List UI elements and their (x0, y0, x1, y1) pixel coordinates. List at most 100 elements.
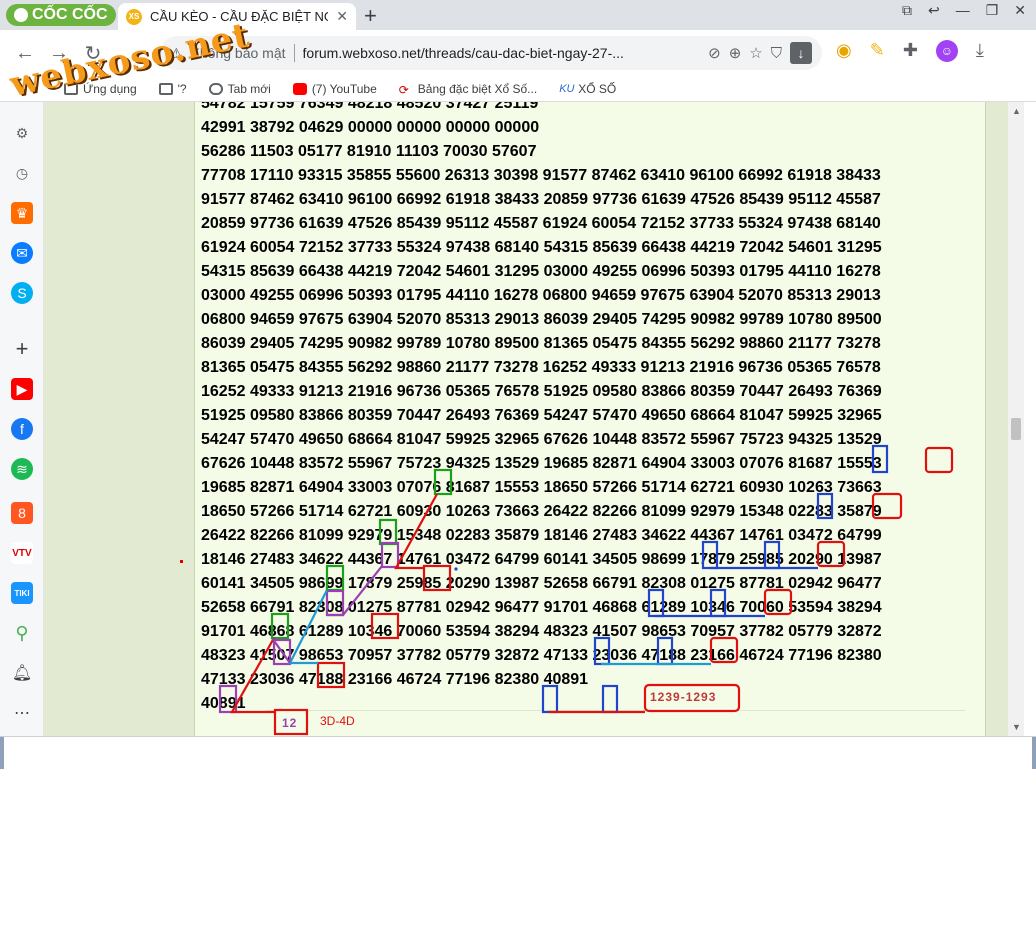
shield-icon[interactable]: ⛉ (771, 45, 782, 62)
vtv-icon[interactable]: VTV (11, 542, 33, 564)
block-popup-icon[interactable]: ⊘ (708, 44, 721, 62)
xoso-icon: ⟳ (398, 82, 409, 97)
window-bottom-edge (0, 736, 1036, 769)
globe-icon (208, 82, 223, 95)
result-row: 47133 23036 47188 23166 46724 77196 8238… (201, 671, 589, 688)
more-icon[interactable]: ⋯ (11, 702, 33, 724)
tab-strip: CỐC CỐC XS CẦU KÈO - CẦU ĐẶC BIỆT NG ✕ +… (0, 0, 1036, 30)
result-row: 86039 29405 74295 90982 99789 10780 8950… (201, 335, 881, 352)
folder-icon (158, 82, 173, 95)
messenger-icon[interactable]: ✉ (11, 242, 33, 264)
page-content: 54782 15759 76349 48218 48520 37427 2511… (44, 102, 1008, 736)
result-row: 77708 17110 93315 35855 55600 26313 3039… (201, 167, 881, 184)
left-edge (0, 737, 4, 769)
result-row: 42991 38792 04629 00000 00000 00000 0000… (201, 119, 540, 136)
result-row: 19685 82871 64904 33003 07076 81687 1555… (201, 479, 882, 496)
scroll-thumb[interactable] (1011, 418, 1021, 440)
crown-icon[interactable]: ♛ (11, 202, 33, 224)
forum-post: 54782 15759 76349 48218 48520 37427 2511… (194, 102, 986, 736)
pair-label: 12 (282, 716, 297, 730)
back-arrow-small-icon[interactable]: ↩ (928, 2, 940, 19)
sequence-label: 1239-1293 (650, 690, 716, 704)
result-row: 54782 15759 76349 48218 48520 37427 2511… (201, 102, 539, 112)
xoso-favicon-icon: XS (126, 8, 142, 25)
result-row: 91701 46868 61289 10346 70060 53594 3829… (201, 623, 882, 640)
result-row: 54315 85639 66438 44219 72042 54601 3129… (201, 263, 881, 280)
bookmark-label: (7) YouTube (311, 81, 377, 96)
caption-3d-4d: 3D-4D (320, 714, 355, 728)
history-icon[interactable]: ◷ (11, 162, 33, 184)
close-window-icon[interactable]: ✕ (1014, 2, 1026, 19)
window-controls: ⧉ ↩ — ❐ ✕ (902, 2, 1026, 19)
facebook-icon[interactable]: f (11, 418, 33, 440)
coccoc-logo-icon (14, 8, 28, 22)
spotify-icon[interactable]: ≋ (11, 458, 33, 480)
download-icon[interactable]: ⤓ (976, 40, 984, 62)
screenshot-icon[interactable]: ⧉ (902, 2, 912, 19)
side-panel: ⚙ ◷ ♛ ✉ S + ▶ f ≋ 8 VTV TIKI ⚲ 🔔︎ ⋯ (0, 102, 44, 736)
download-video-icon[interactable]: ↓ (790, 42, 812, 64)
chrome-icon[interactable]: ◉ (836, 40, 852, 62)
result-row: 48323 41507 98653 70957 37782 05779 3287… (201, 647, 882, 664)
result-row: 91577 87462 63410 96100 66992 61918 3843… (201, 191, 881, 208)
bell-icon[interactable]: 🔔︎ (11, 662, 33, 684)
result-row: 20859 97736 61639 47526 85439 95112 4558… (201, 215, 881, 232)
result-row: 18650 57266 51714 62721 60930 10263 7366… (201, 503, 882, 520)
url-text[interactable]: forum.webxoso.net/threads/cau-dac-biet-n… (303, 45, 701, 61)
result-row: 61924 60054 72152 37733 55324 97438 6814… (201, 239, 882, 256)
result-row: 16252 49333 91213 21916 96736 05365 7657… (201, 383, 882, 400)
bookmark-label: Tab mới (227, 81, 271, 96)
sequence-digits: 1239-1293 (650, 690, 717, 704)
youtube-icon (292, 82, 307, 95)
settings-icon[interactable]: ⚙ (11, 122, 33, 144)
divider (293, 44, 295, 62)
bookmark-xoso[interactable]: KU XỔ SỐ (559, 82, 616, 96)
bookmark-xoso-table[interactable]: ⟳ Bảng đặc biệt Xổ Số... (398, 81, 538, 97)
address-bar[interactable]: ⚠ Không bảo mật forum.webxoso.net/thread… (160, 36, 822, 70)
bookmark-newtab[interactable]: Tab mới (208, 81, 271, 96)
scroll-down-icon[interactable]: ▼ (1012, 722, 1021, 732)
result-row: 54247 57470 49650 68664 81047 59925 3296… (201, 431, 882, 448)
skype-icon[interactable]: S (11, 282, 33, 304)
right-edge (1032, 737, 1036, 769)
ku-icon: KU (559, 82, 575, 95)
extension-icons: ◉ ✎ ✚ ☺ ⤓ (836, 40, 984, 62)
result-row: 40891 (201, 695, 246, 712)
brand-label: CỐC CỐC (32, 6, 108, 23)
puzzle-icon[interactable]: ✚ (903, 40, 918, 62)
restore-icon[interactable]: ❐ (986, 2, 999, 19)
profile-avatar[interactable]: ☺ (935, 40, 958, 62)
divider (265, 710, 965, 711)
coccoc-menu-button[interactable]: CỐC CỐC (6, 4, 116, 26)
tab-close-icon[interactable]: ✕ (336, 8, 348, 25)
result-row: 03000 49255 06996 50393 01795 44110 1627… (201, 287, 881, 304)
bookmarks-bar: Ứng dụng '? Tab mới (7) YouTube ⟳ Bảng đặ… (0, 76, 1036, 102)
scrollbar[interactable]: ▲ ▼ (1008, 102, 1024, 736)
star-icon[interactable]: ☆ (749, 44, 762, 62)
result-row: 67626 10448 83572 55967 75723 94325 1352… (201, 455, 882, 472)
youtube-panel-icon[interactable]: ▶ (11, 378, 33, 400)
bookmark-label: XỔ SỐ (578, 81, 617, 96)
bookmark-label: Bảng đặc biệt Xổ Số... (417, 81, 538, 96)
pair-digits: 12 (282, 716, 298, 730)
red-dot (180, 560, 183, 563)
result-row: 26422 82266 81099 92979 15348 02283 3587… (201, 527, 882, 544)
result-row: 18146 27483 34622 44367 14761 03472 6479… (201, 551, 882, 568)
minimize-icon[interactable]: — (956, 2, 970, 19)
result-row: 56286 11503 05177 81910 11103 70030 5760… (201, 143, 537, 160)
result-row: 52658 66791 82308 01275 87781 02942 9647… (201, 599, 882, 616)
zoom-icon[interactable]: ⊕ (729, 44, 742, 62)
pencil-icon[interactable]: ✎ (870, 40, 885, 62)
results-table: 54782 15759 76349 48218 48520 37427 2511… (201, 102, 882, 716)
bookmark-youtube[interactable]: (7) YouTube (292, 81, 377, 96)
shopee-icon[interactable]: 8 (11, 502, 33, 524)
add-panel-icon[interactable]: + (11, 336, 33, 361)
bookmark-label: '? (177, 81, 187, 96)
scroll-up-icon[interactable]: ▲ (1012, 106, 1021, 116)
result-row: 06800 94659 97675 63904 52070 85313 2901… (201, 311, 882, 328)
map-pin-icon[interactable]: ⚲ (11, 622, 33, 644)
tiki-icon[interactable]: TIKI (11, 582, 33, 604)
result-row: 81365 05475 84355 56292 98860 21177 7327… (201, 359, 881, 376)
new-tab-plus-icon[interactable]: + (364, 3, 377, 29)
bookmark-folder[interactable]: '? (158, 81, 187, 96)
